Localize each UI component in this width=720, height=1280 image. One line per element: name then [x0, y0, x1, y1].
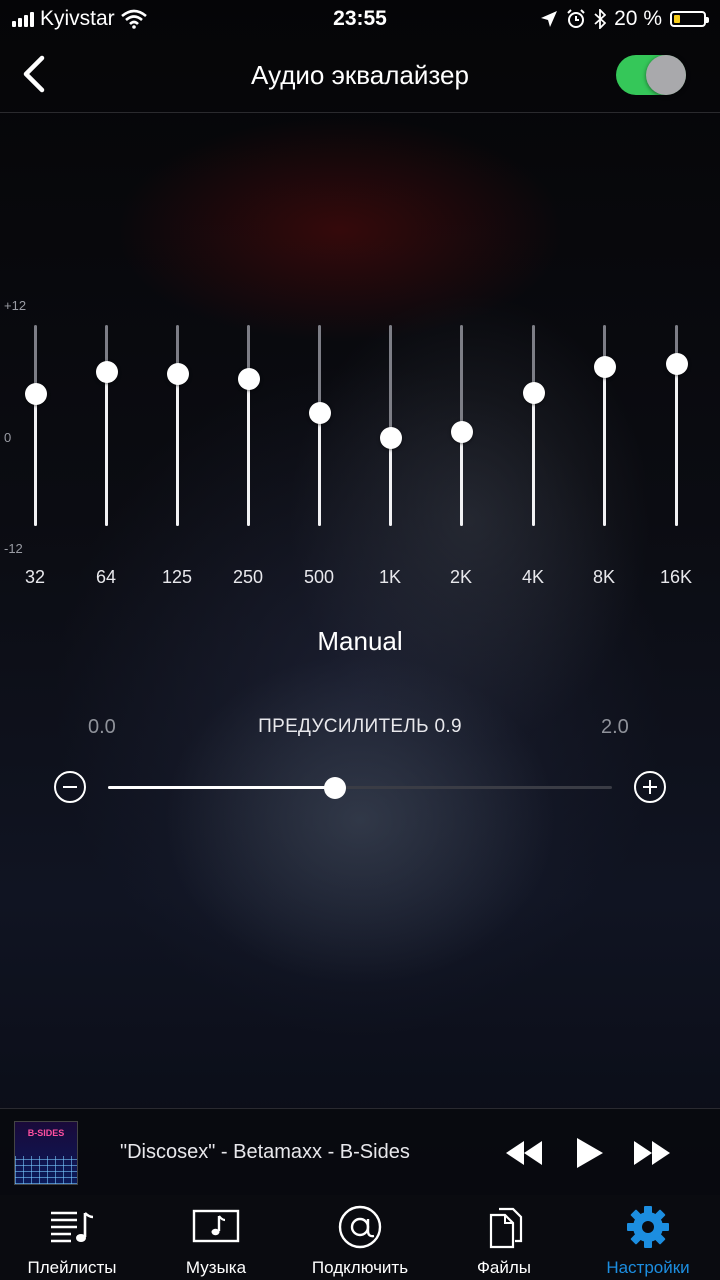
- eq-band-label: 250: [232, 567, 264, 587]
- mini-player[interactable]: B-SIDES "Discosex" - Betamaxx - B-Sides: [0, 1108, 720, 1196]
- alarm-icon: [567, 9, 585, 28]
- eq-band-label: 8K: [592, 567, 616, 587]
- eq-band-slider[interactable]: [594, 355, 616, 378]
- music-icon: [192, 1209, 240, 1243]
- playlist-icon: [51, 1211, 94, 1243]
- tab-music[interactable]: Музыка: [144, 1195, 288, 1280]
- tab-label: Музыка: [185, 1258, 247, 1277]
- bluetooth-icon: [594, 9, 607, 29]
- battery-percent: 20 %: [614, 7, 662, 30]
- eq-band-slider[interactable]: [167, 362, 189, 385]
- eq-band: 4K: [503, 325, 563, 595]
- eq-band: 8K: [574, 325, 634, 595]
- eq-band: 500: [289, 325, 349, 595]
- tab-label: Плейлисты: [27, 1258, 117, 1277]
- location-icon: [541, 11, 558, 27]
- eq-band-slider[interactable]: [238, 367, 260, 390]
- eq-band-slider[interactable]: [451, 421, 473, 444]
- eq-band: 16K: [646, 325, 706, 595]
- eq-band-slider[interactable]: [666, 352, 688, 375]
- eq-band: 2K: [431, 325, 491, 595]
- preamp-slider-fill: [108, 786, 335, 789]
- tab-bar: Плейлисты Музыка Подключить Файлы Настро…: [0, 1195, 720, 1280]
- toggle-knob: [646, 55, 686, 95]
- eq-band-label: 125: [161, 567, 193, 587]
- eq-band-label: 2K: [449, 567, 473, 587]
- eq-band-slider[interactable]: [309, 401, 331, 424]
- tab-settings[interactable]: Настройки: [576, 1195, 720, 1280]
- tab-label: Настройки: [606, 1258, 690, 1277]
- gear-icon: [627, 1206, 669, 1248]
- preamp-slider-thumb[interactable]: [323, 777, 346, 799]
- tab-connect[interactable]: Подключить: [288, 1195, 432, 1280]
- album-cover[interactable]: B-SIDES: [14, 1121, 78, 1185]
- eq-band-slider[interactable]: [96, 360, 118, 383]
- status-bar: Kyivstar 23:55 20 %: [0, 0, 720, 40]
- preamp-increase-button[interactable]: [634, 771, 666, 803]
- eq-band: 250: [218, 325, 278, 595]
- eq-band-label: 500: [303, 567, 335, 587]
- play-icon[interactable]: [566, 1131, 610, 1175]
- tab-label: Подключить: [311, 1258, 409, 1277]
- eq-band-label: 16K: [659, 567, 693, 587]
- at-sign-icon: [338, 1205, 382, 1249]
- navigation-bar: Аудио эквалайзер: [0, 40, 720, 113]
- files-icon: [489, 1207, 523, 1249]
- equalizer-toggle[interactable]: [616, 55, 686, 95]
- battery-icon: [670, 11, 709, 27]
- rewind-icon[interactable]: [502, 1131, 546, 1175]
- eq-band-label: 4K: [521, 567, 545, 587]
- eq-band: 64: [76, 325, 136, 595]
- preset-name[interactable]: Manual: [0, 626, 720, 657]
- eq-band: 1K: [360, 325, 420, 595]
- album-cover-text: B-SIDES: [27, 1128, 65, 1138]
- tab-label: Файлы: [476, 1258, 531, 1277]
- eq-band-label: 32: [24, 567, 46, 587]
- page-title: Аудио эквалайзер: [251, 60, 469, 90]
- preamp-decrease-button[interactable]: [54, 771, 86, 803]
- eq-band-slider[interactable]: [25, 382, 47, 405]
- now-playing-title[interactable]: "Discosex" - Betamaxx - B-Sides: [120, 1141, 410, 1164]
- eq-band: 32: [5, 325, 65, 595]
- tab-playlists[interactable]: Плейлисты: [0, 1195, 144, 1280]
- fast-forward-icon[interactable]: [630, 1131, 674, 1175]
- eq-band-label: 64: [95, 567, 117, 587]
- eq-band: 125: [147, 325, 207, 595]
- eq-band-slider[interactable]: [523, 381, 545, 404]
- scale-top-label: +12: [4, 298, 27, 313]
- eq-band-label: 1K: [378, 567, 402, 587]
- preamp-max-label: 2.0: [601, 716, 629, 738]
- tab-files[interactable]: Файлы: [432, 1195, 576, 1280]
- eq-band-slider[interactable]: [380, 427, 402, 450]
